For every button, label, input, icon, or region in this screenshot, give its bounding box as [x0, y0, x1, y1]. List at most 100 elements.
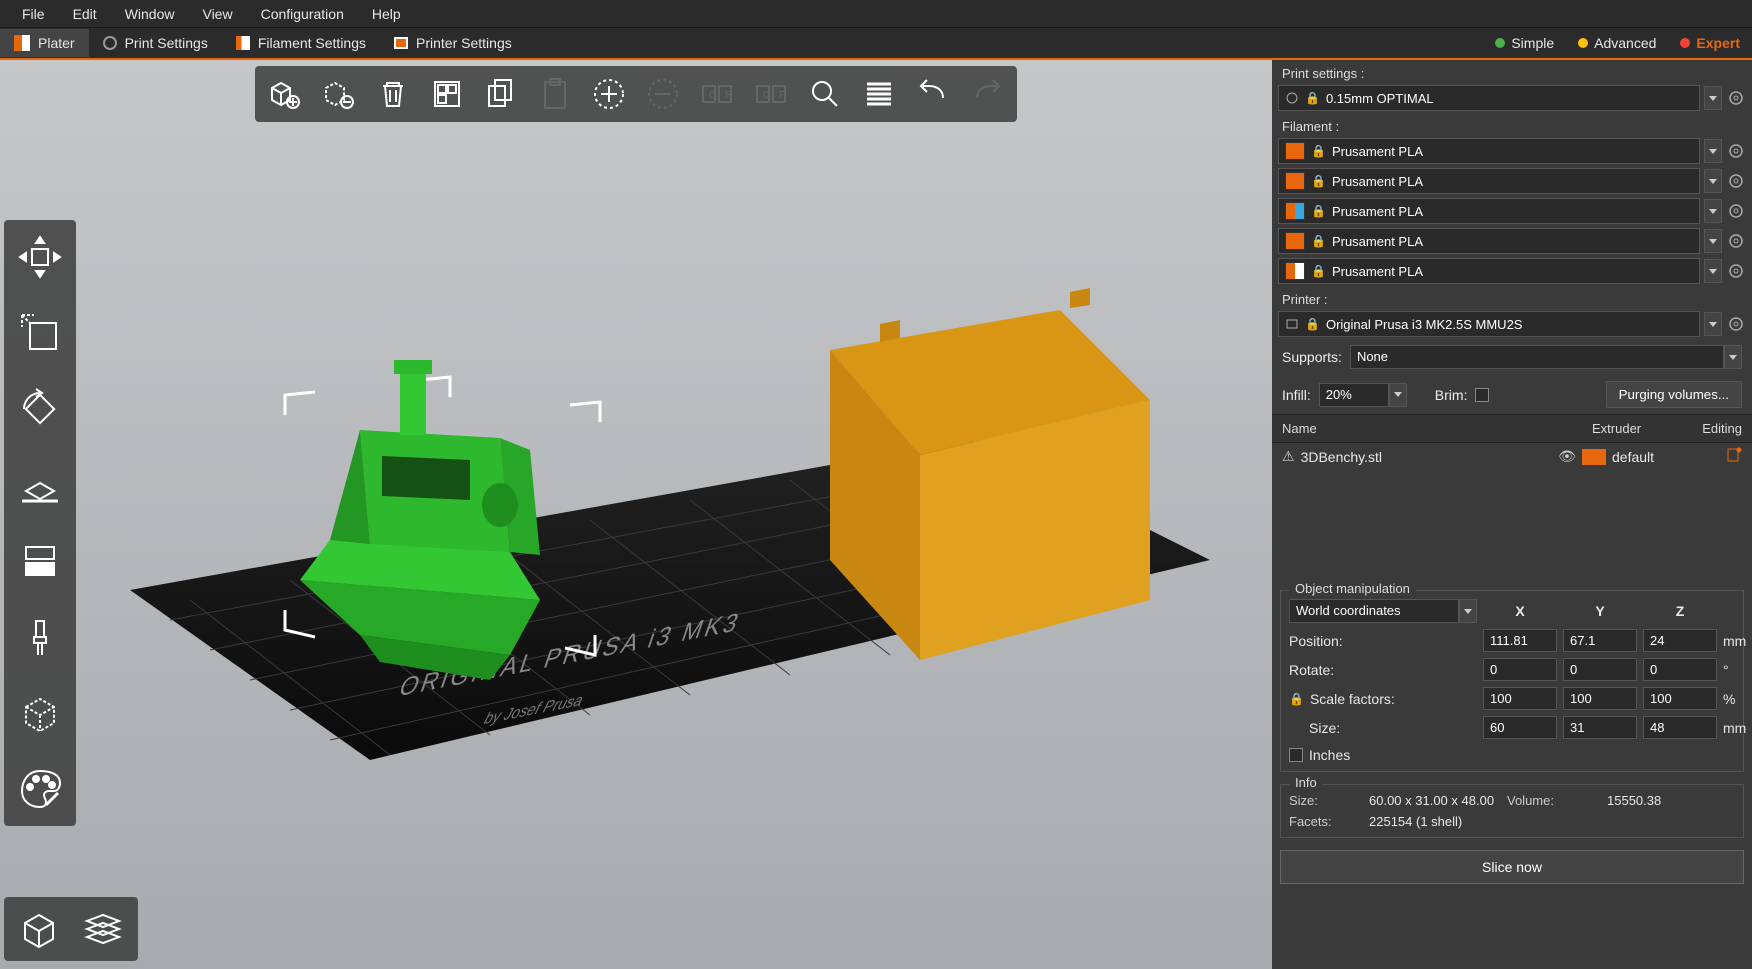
- print-preset-dropdown[interactable]: 🔒 0.15mm OPTIMAL: [1278, 85, 1700, 111]
- add-object-button[interactable]: [261, 72, 309, 116]
- cut-tool[interactable]: [13, 534, 67, 588]
- mode-simple[interactable]: Simple: [1483, 31, 1566, 55]
- view-3d-button[interactable]: [10, 903, 68, 955]
- print-preset-settings-button[interactable]: [1726, 88, 1746, 108]
- purging-volumes-button[interactable]: Purging volumes...: [1606, 381, 1742, 408]
- position-z-input[interactable]: [1643, 629, 1717, 652]
- tab-plater[interactable]: Plater: [0, 29, 89, 57]
- remove-object-button[interactable]: [315, 72, 363, 116]
- position-y-input[interactable]: [1563, 629, 1637, 652]
- tab-bar: Plater Print Settings Filament Settings …: [0, 28, 1752, 60]
- object-row[interactable]: ⚠ 3DBenchy.stl 👁 default: [1272, 443, 1752, 470]
- menu-bar: File Edit Window View Configuration Help: [0, 0, 1752, 28]
- scale-lock-icon[interactable]: 🔒: [1289, 692, 1304, 706]
- filament-swatch-icon: [1285, 262, 1305, 280]
- info-size-label: Size:: [1289, 793, 1359, 808]
- menu-window[interactable]: Window: [111, 2, 189, 26]
- tab-printer-settings[interactable]: Printer Settings: [380, 29, 526, 57]
- arrange-button[interactable]: [423, 72, 471, 116]
- remove-instance-button[interactable]: [639, 72, 687, 116]
- rotate-z-input[interactable]: [1643, 658, 1717, 681]
- search-button[interactable]: [801, 72, 849, 116]
- tab-filament-settings[interactable]: Filament Settings: [222, 29, 380, 57]
- hollow-tool[interactable]: [13, 686, 67, 740]
- filament-swatch-icon: [1285, 232, 1305, 250]
- dropdown-arrow-icon[interactable]: [1704, 139, 1722, 163]
- tab-print-settings[interactable]: Print Settings: [89, 29, 222, 57]
- menu-configuration[interactable]: Configuration: [247, 2, 358, 26]
- menu-file[interactable]: File: [8, 2, 59, 26]
- menu-help[interactable]: Help: [358, 2, 415, 26]
- undo-button[interactable]: [909, 72, 957, 116]
- dropdown-arrow-icon[interactable]: [1724, 345, 1742, 369]
- view-layers-button[interactable]: [74, 903, 132, 955]
- filament-dropdown-1[interactable]: 🔒 Prusament PLA: [1278, 168, 1700, 194]
- dropdown-arrow-icon[interactable]: [1389, 383, 1407, 407]
- filament-dropdown-2[interactable]: 🔒 Prusament PLA: [1278, 198, 1700, 224]
- inches-checkbox[interactable]: [1289, 748, 1303, 762]
- printer-preset-dropdown[interactable]: 🔒 Original Prusa i3 MK2.5S MMU2S: [1278, 311, 1700, 337]
- mode-expert[interactable]: Expert: [1668, 31, 1752, 55]
- menu-edit[interactable]: Edit: [59, 2, 111, 26]
- redo-button[interactable]: [963, 72, 1011, 116]
- gear-icon: [1285, 91, 1299, 105]
- paint-tool[interactable]: [13, 610, 67, 664]
- size-y-input[interactable]: [1563, 716, 1637, 739]
- filament-dropdown-3[interactable]: 🔒 Prusament PLA: [1278, 228, 1700, 254]
- paste-button[interactable]: [531, 72, 579, 116]
- brim-checkbox[interactable]: [1475, 388, 1489, 402]
- size-x-input[interactable]: [1483, 716, 1557, 739]
- dropdown-arrow-icon[interactable]: [1704, 86, 1722, 110]
- filament-dropdown-0[interactable]: 🔒 Prusament PLA: [1278, 138, 1700, 164]
- split-parts-button[interactable]: OP: [747, 72, 795, 116]
- object-header-name: Name: [1272, 415, 1582, 442]
- infill-select[interactable]: 20%: [1319, 383, 1389, 407]
- menu-view[interactable]: View: [188, 2, 246, 26]
- supports-select[interactable]: None: [1350, 345, 1724, 369]
- filament-settings-button-3[interactable]: [1726, 231, 1746, 251]
- visibility-icon[interactable]: 👁: [1558, 448, 1576, 464]
- filament-settings-button-2[interactable]: [1726, 201, 1746, 221]
- mode-expert-label: Expert: [1696, 35, 1740, 51]
- dropdown-arrow-icon[interactable]: [1704, 169, 1722, 193]
- scale-x-input[interactable]: [1483, 687, 1557, 710]
- coordinate-mode-select[interactable]: World coordinates: [1289, 599, 1459, 623]
- mode-simple-label: Simple: [1511, 35, 1554, 51]
- dropdown-arrow-icon[interactable]: [1704, 259, 1722, 283]
- scale-tool[interactable]: [13, 306, 67, 360]
- rotate-x-input[interactable]: [1483, 658, 1557, 681]
- copy-button[interactable]: [477, 72, 525, 116]
- rotate-y-input[interactable]: [1563, 658, 1637, 681]
- viewport[interactable]: ORIGINAL PRUSA i3 MK3 by Josef Prusa: [0, 60, 1272, 969]
- lock-icon: 🔒: [1311, 234, 1326, 248]
- scale-z-input[interactable]: [1643, 687, 1717, 710]
- position-x-input[interactable]: [1483, 629, 1557, 652]
- edit-icon[interactable]: [1726, 447, 1742, 466]
- dropdown-arrow-icon[interactable]: [1704, 199, 1722, 223]
- move-tool[interactable]: [13, 230, 67, 284]
- filament-settings-button-1[interactable]: [1726, 171, 1746, 191]
- extruder-swatch[interactable]: [1582, 449, 1606, 465]
- color-paint-tool[interactable]: [13, 762, 67, 816]
- flatten-tool[interactable]: [13, 458, 67, 512]
- dropdown-arrow-icon[interactable]: [1459, 599, 1477, 623]
- split-objects-button[interactable]: OP: [693, 72, 741, 116]
- scale-unit: %: [1723, 691, 1752, 707]
- size-z-input[interactable]: [1643, 716, 1717, 739]
- scale-y-input[interactable]: [1563, 687, 1637, 710]
- filament-dropdown-4[interactable]: 🔒 Prusament PLA: [1278, 258, 1700, 284]
- slice-now-button[interactable]: Slice now: [1280, 850, 1744, 884]
- dropdown-arrow-icon[interactable]: [1704, 312, 1722, 336]
- rotate-tool[interactable]: [13, 382, 67, 436]
- dropdown-arrow-icon[interactable]: [1704, 229, 1722, 253]
- dot-green-icon: [1495, 38, 1505, 48]
- printer-preset-settings-button[interactable]: [1726, 314, 1746, 334]
- layers-button[interactable]: [855, 72, 903, 116]
- lock-icon: 🔒: [1311, 264, 1326, 278]
- axis-y-label: Y: [1563, 603, 1637, 619]
- filament-settings-button-4[interactable]: [1726, 261, 1746, 281]
- add-instance-button[interactable]: [585, 72, 633, 116]
- delete-all-button[interactable]: [369, 72, 417, 116]
- mode-advanced[interactable]: Advanced: [1566, 31, 1668, 55]
- filament-settings-button-0[interactable]: [1726, 141, 1746, 161]
